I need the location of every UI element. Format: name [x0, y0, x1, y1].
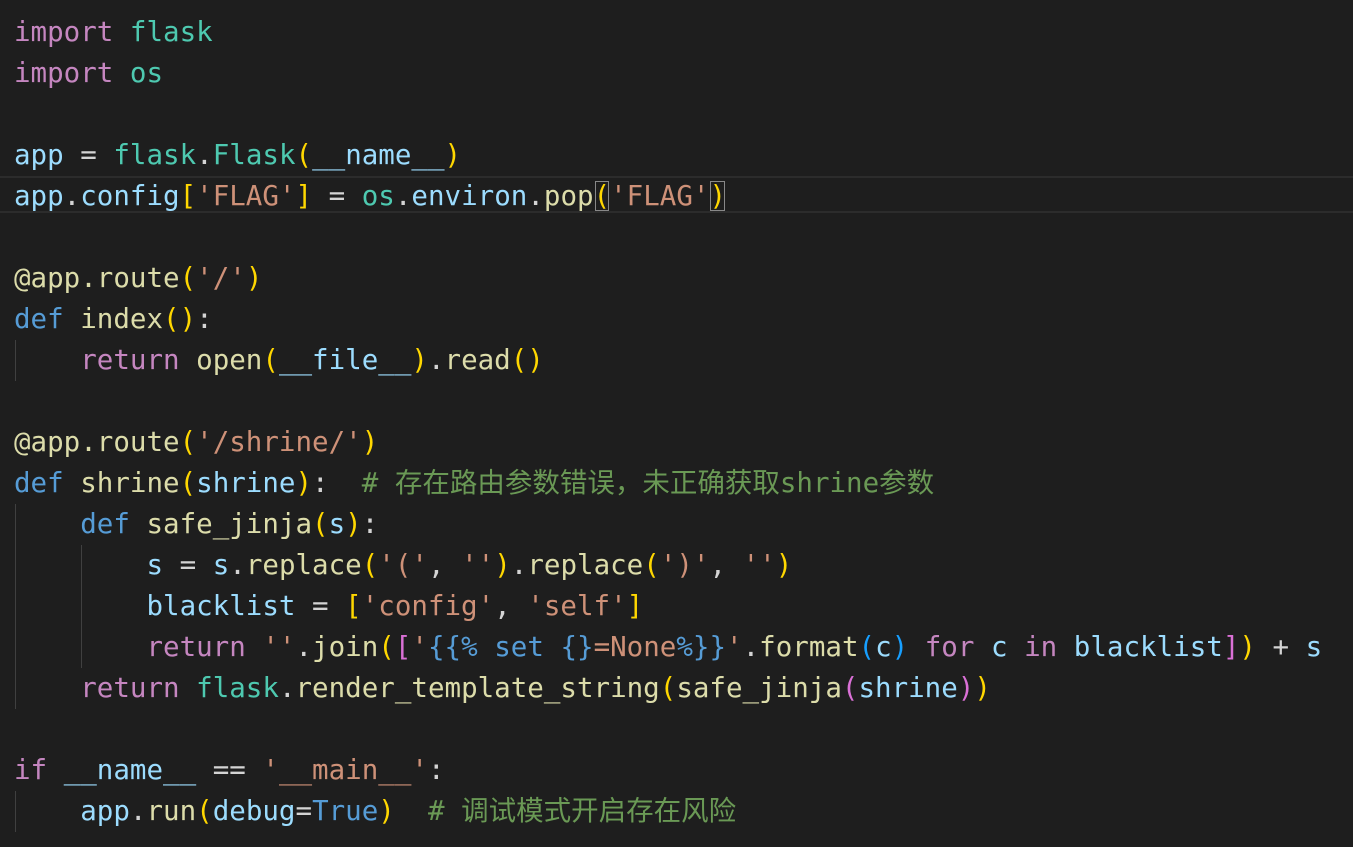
code-line-7[interactable]: @app.route('/'): [14, 258, 262, 299]
code-line-14[interactable]: s = s.replace('(', '').replace(')', ''): [14, 545, 792, 586]
code-line-17[interactable]: return flask.render_template_string(safe…: [14, 668, 991, 709]
code-line-8[interactable]: def index():: [14, 299, 213, 340]
code-line-16[interactable]: return ''.join(['{{% set {}=None%}}'.for…: [14, 627, 1322, 668]
code-line-1[interactable]: import flask: [14, 12, 213, 53]
code-editor[interactable]: import flask import os app = flask.Flask…: [0, 0, 1353, 847]
code-line-12[interactable]: def shrine(shrine): # 存在路由参数错误，未正确获取shri…: [14, 463, 934, 504]
code-line-9[interactable]: return open(__file__).read(): [14, 340, 544, 381]
code-comment-route-bug: # 存在路由参数错误，未正确获取shrine参数: [361, 467, 935, 499]
code-line-15[interactable]: blacklist = ['config', 'self']: [14, 586, 643, 627]
code-line-19[interactable]: if __name__ == '__main__':: [14, 750, 445, 791]
code-line-13[interactable]: def safe_jinja(s):: [14, 504, 378, 545]
code-line-20[interactable]: app.run(debug=True) # 调试模式开启存在风险: [14, 791, 736, 832]
code-line-5[interactable]: app.config['FLAG'] = os.environ.pop('FLA…: [14, 176, 726, 217]
code-comment-debug: # 调试模式开启存在风险: [427, 795, 737, 827]
code-line-2[interactable]: import os: [14, 53, 163, 94]
code-line-4[interactable]: app = flask.Flask(__name__): [14, 135, 461, 176]
code-line-11[interactable]: @app.route('/shrine/'): [14, 422, 378, 463]
